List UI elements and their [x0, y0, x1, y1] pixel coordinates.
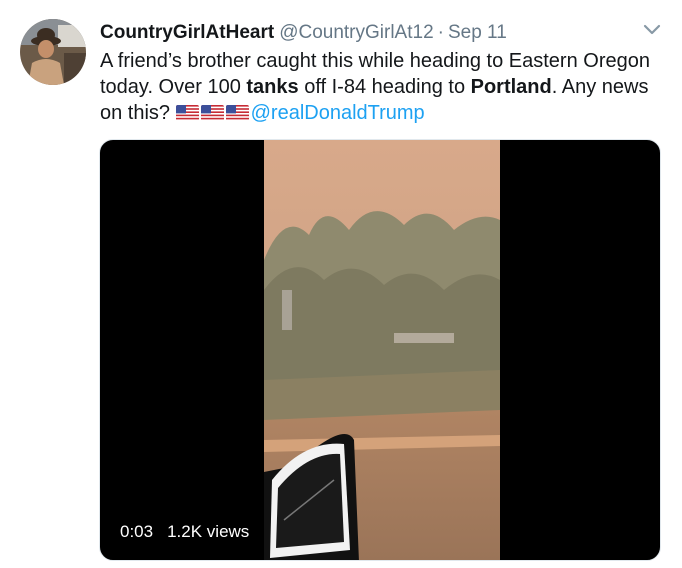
chevron-down-icon[interactable]: [641, 22, 663, 38]
tweet-text-part: off I-84 heading to: [298, 76, 471, 98]
avatar[interactable]: [20, 19, 86, 85]
tweet-text-bold: Portland: [470, 76, 552, 98]
tweet-text: A friend’s brother caught this while hea…: [100, 48, 670, 126]
video-time: 0:03: [120, 522, 154, 541]
us-flag-icon: [175, 105, 199, 121]
tweet-text-bold: tanks: [246, 76, 299, 98]
video-stats: 0:03 1.2K views: [120, 522, 263, 542]
display-name[interactable]: CountryGirlAtHeart: [100, 22, 274, 43]
mention-link[interactable]: @realDonaldTrump: [251, 102, 425, 124]
separator-dot: ·: [437, 22, 444, 43]
video-views: 1.2K views: [167, 522, 250, 541]
us-flag-icon: [225, 105, 249, 121]
us-flag-icon: [200, 105, 224, 121]
tweet-header: CountryGirlAtHeart @CountryGirlAt12 · Sep 1…: [100, 21, 622, 45]
video-frame: [264, 140, 500, 560]
video-player[interactable]: 0:03 1.2K views: [99, 139, 661, 561]
tweet-date[interactable]: Sep 11: [448, 22, 507, 43]
user-handle[interactable]: @CountryGirlAt12: [279, 22, 433, 43]
tweet: CountryGirlAtHeart @CountryGirlAt12 · Sep 1…: [0, 0, 682, 568]
